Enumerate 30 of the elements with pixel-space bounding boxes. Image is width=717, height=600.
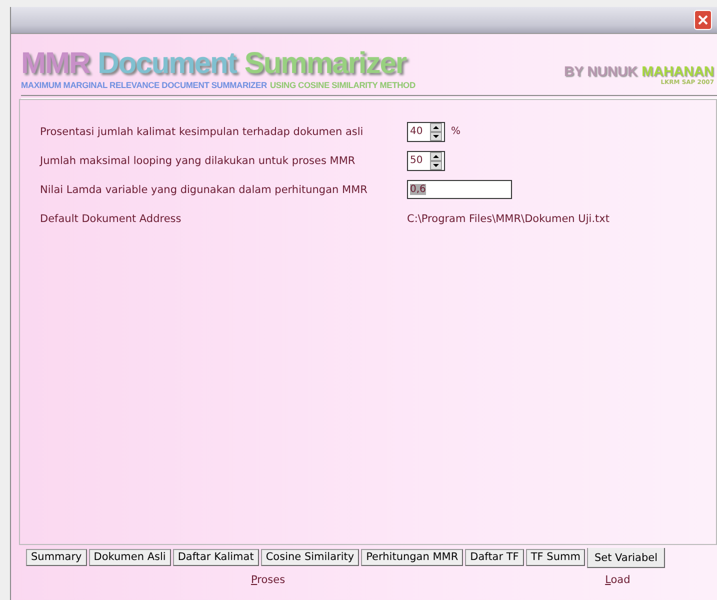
spin-arrows-icon[interactable] [430,122,442,140]
tab[interactable]: Set Variabel [587,548,665,568]
logo-word: MMR [21,48,90,80]
tab[interactable]: Daftar TF [465,549,524,566]
tab[interactable]: Cosine Similarity [260,549,360,566]
spin-arrows-icon[interactable] [430,152,442,170]
close-icon [697,14,709,26]
link-button[interactable]: Load [605,574,630,586]
link-button[interactable]: Proses [251,574,286,586]
tab[interactable]: TF Summ [526,549,586,566]
subtitle-text: MAXIMUM MARGINAL RELEVANCE DOCUMENT SUMMARIZER [21,80,267,90]
logo-word: Summarizer [244,48,406,80]
spin-box[interactable]: 40 [407,122,445,142]
author-name: MAHANAN [642,63,714,79]
unit-label: % [451,126,461,137]
setting-label: Nilai Lamda variable yang digunakan dalam perhitungan MMR [40,184,368,196]
tab[interactable]: Daftar Kalimat [172,549,259,566]
close-button[interactable] [694,10,712,30]
tab[interactable]: Perhitungan MMR [361,549,464,566]
setting-label: Default Dokument Address [40,212,182,224]
setting-label: Jumlah maksimal looping yang dilakukan untuk proses MMR [40,154,356,166]
logo-word: Document [98,48,236,80]
spin-box[interactable]: 50 [407,150,445,170]
setting-label: Prosentasi jumlah kalimat kesimpulan terhadap dokumen asli [40,126,364,138]
tab[interactable]: Summary [26,549,87,566]
author-name: BY NUNUK [564,63,638,79]
tab[interactable]: Dokumen Asli [88,549,171,566]
subtitle-text: USING COSINE SIMILARITY METHOD [270,80,416,90]
address-text: C:\Program Files\MMR\Dokumen Uji.txt [407,212,610,224]
input-field[interactable]: 0,6 [407,180,512,199]
